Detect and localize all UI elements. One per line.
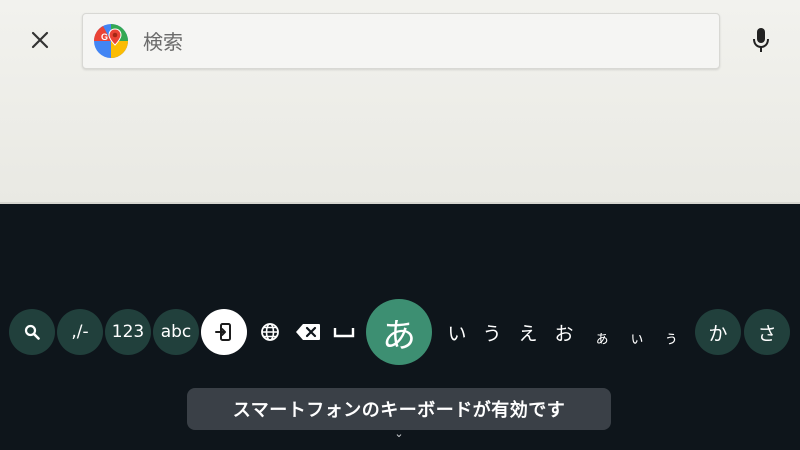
key-u-label: う: [482, 322, 502, 345]
close-button[interactable]: [24, 24, 56, 56]
key-symbols[interactable]: ,/-: [57, 309, 103, 355]
key-o-label: お: [554, 322, 574, 345]
close-icon: [31, 31, 49, 49]
chevron-down-icon: ⌄: [394, 427, 404, 440]
key-numbers[interactable]: 123: [105, 309, 151, 355]
key-space[interactable]: [332, 309, 356, 355]
key-sa[interactable]: さ: [744, 309, 790, 355]
key-ka[interactable]: か: [695, 309, 741, 355]
voice-search-button[interactable]: [746, 24, 776, 58]
key-alphabet[interactable]: abc: [153, 309, 199, 355]
search-input[interactable]: [141, 24, 705, 60]
key-language[interactable]: [258, 309, 282, 355]
key-u[interactable]: う: [480, 309, 504, 355]
key-small-u[interactable]: ぅ: [659, 309, 683, 360]
key-a[interactable]: あ: [366, 299, 432, 365]
key-small-a[interactable]: ぁ: [590, 309, 614, 360]
key-i-label: い: [447, 322, 467, 345]
key-numbers-label: 123: [111, 322, 145, 342]
key-small-u-label: ぅ: [663, 328, 679, 347]
key-ka-label: か: [708, 322, 728, 345]
key-small-a-label: ぁ: [594, 328, 610, 347]
svg-text:G: G: [101, 32, 108, 42]
key-backspace[interactable]: [294, 309, 322, 355]
toast-message: スマートフォンのキーボードが有効です: [232, 400, 566, 421]
key-o[interactable]: お: [552, 309, 576, 355]
key-sa-label: さ: [757, 322, 777, 345]
search-box[interactable]: G: [82, 13, 720, 69]
key-alphabet-label: abc: [160, 322, 192, 342]
key-small-i-label: ぃ: [629, 328, 645, 347]
key-e-label: え: [518, 322, 538, 345]
key-input-mode[interactable]: [201, 309, 247, 355]
backspace-icon: [296, 324, 320, 340]
google-maps-logo: G: [94, 24, 128, 58]
key-a-label: あ: [382, 315, 416, 356]
microphone-icon: [753, 28, 769, 52]
key-e[interactable]: え: [516, 309, 540, 355]
space-icon: [333, 328, 355, 338]
key-i[interactable]: い: [445, 309, 469, 355]
globe-icon: [261, 323, 279, 341]
key-search[interactable]: [9, 309, 55, 355]
keyboard-row: ,/- 123 abc あ い う え お ぁ ぃ ぅ か さ: [0, 299, 800, 365]
key-symbols-label: ,/-: [71, 322, 89, 342]
key-small-i[interactable]: ぃ: [625, 309, 649, 360]
input-switch-icon: [215, 323, 231, 341]
search-icon: [24, 324, 40, 340]
keyboard-toast: スマートフォンのキーボードが有効です: [187, 388, 611, 430]
